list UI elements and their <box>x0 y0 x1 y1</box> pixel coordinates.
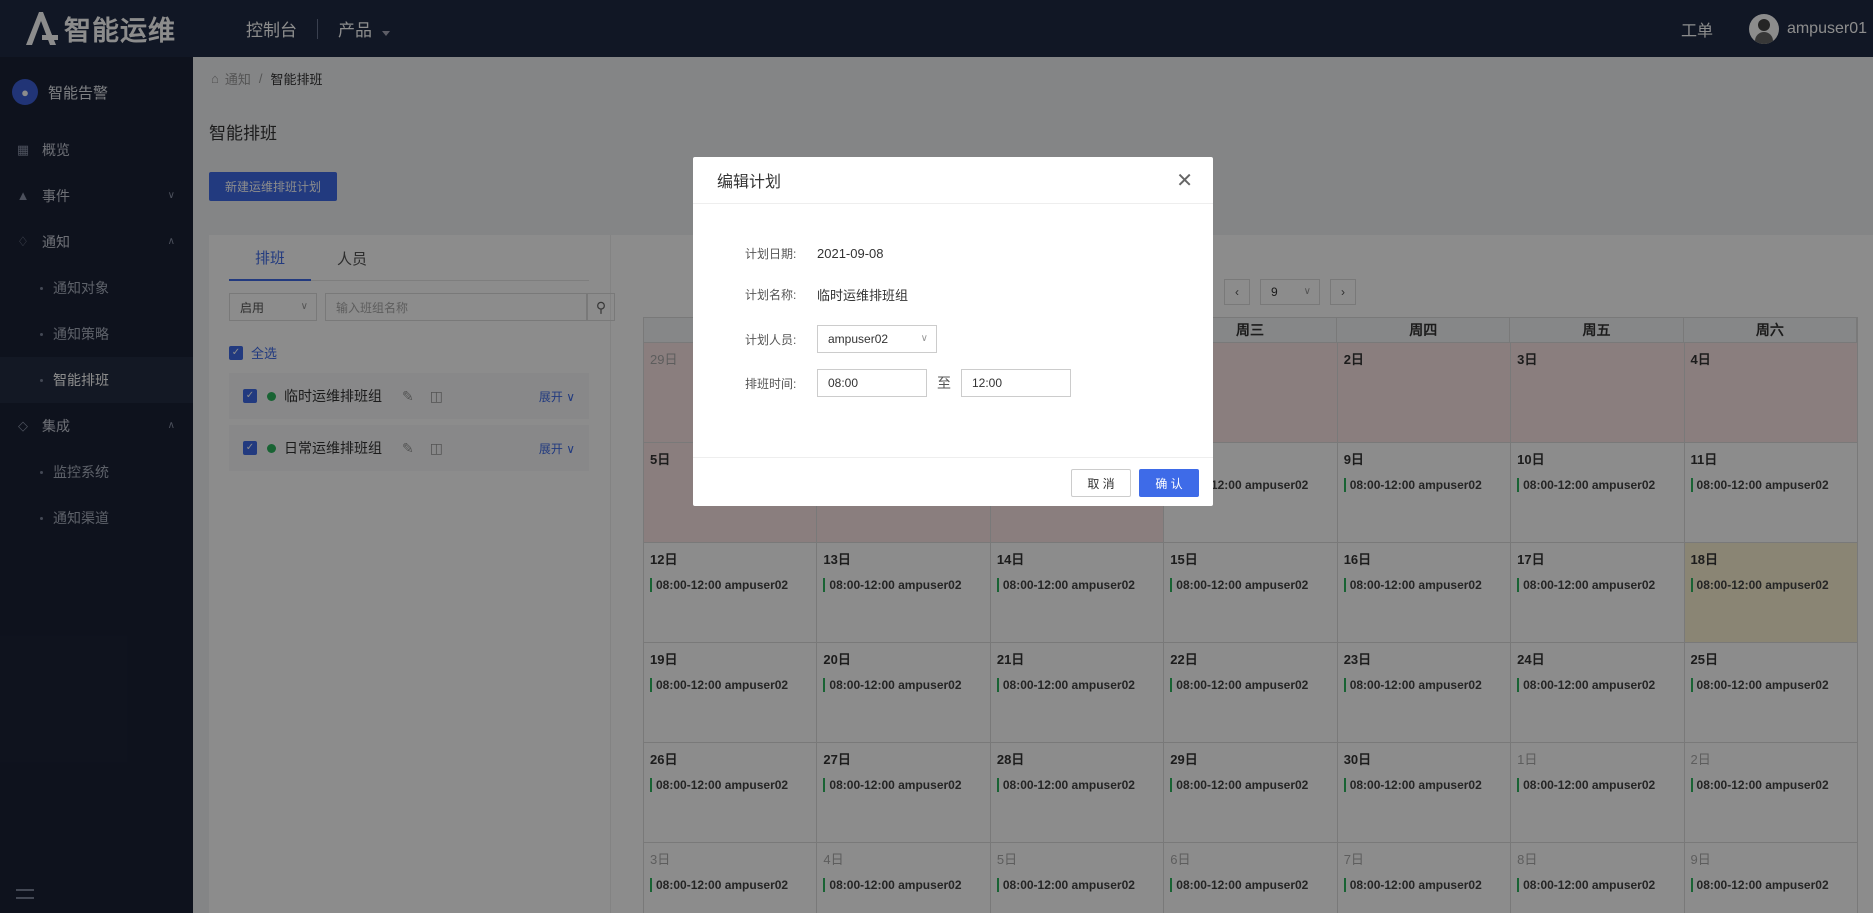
chevron-down-icon: ∨ <box>920 333 928 344</box>
cancel-button[interactable]: 取 消 <box>1071 469 1131 497</box>
time-range-separator: 至 <box>937 375 951 391</box>
plan-person-label: 计划人员: <box>745 332 797 347</box>
plan-name-value: 临时运维排班组 <box>817 288 909 303</box>
plan-name-label: 计划名称: <box>745 288 797 302</box>
close-icon[interactable]: ✕ <box>1176 171 1193 191</box>
person-select-value: ampuser02 <box>828 332 889 346</box>
edit-plan-dialog: 编辑计划 ✕ 计划日期: 2021-09-08 计划名称: 临时运维排班组 计划… <box>693 157 1213 506</box>
plan-time-row: 排班时间: 08:00 至 12:00 <box>745 369 1071 397</box>
plan-date-label: 计划日期: <box>745 247 797 261</box>
plan-time-label: 排班时间: <box>745 376 797 391</box>
dialog-footer: 取 消 确 认 <box>693 457 1213 506</box>
plan-date-value: 2021-09-08 <box>817 246 884 261</box>
plan-date-row: 计划日期: 2021-09-08 <box>745 245 884 262</box>
end-time-input[interactable]: 12:00 <box>961 369 1071 397</box>
dialog-title: 编辑计划 <box>693 157 1213 204</box>
confirm-button[interactable]: 确 认 <box>1139 469 1199 497</box>
person-select[interactable]: ampuser02 ∨ <box>817 325 937 353</box>
plan-person-row: 计划人员: ampuser02 ∨ <box>745 325 937 353</box>
plan-name-row: 计划名称: 临时运维排班组 <box>745 285 908 304</box>
start-time-input[interactable]: 08:00 <box>817 369 927 397</box>
